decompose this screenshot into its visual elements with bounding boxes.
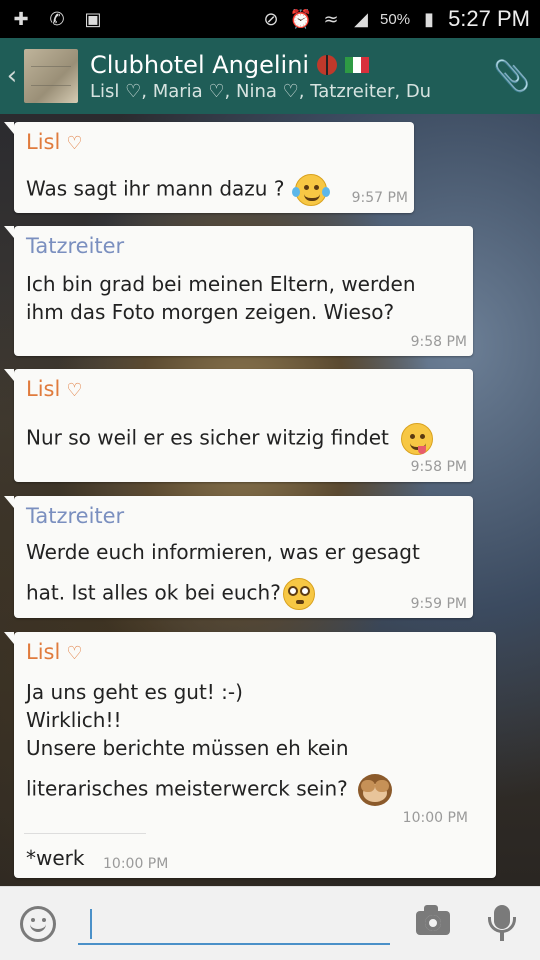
joy-tears-emoji	[291, 174, 330, 206]
message-time: 10:00 PM	[402, 810, 468, 826]
flushed-emoji	[282, 578, 315, 610]
camera-icon[interactable]	[416, 905, 450, 935]
smiley-icon[interactable]	[20, 905, 56, 942]
battery-icon: ▮	[424, 8, 435, 30]
back-chevron-icon[interactable]: ‹	[2, 61, 22, 91]
message-sender: Lisl ♡	[26, 377, 83, 401]
message-text: Nur so weil er es sicher witzig findet	[26, 423, 434, 455]
message-text: Ich bin grad bei meinen Eltern, werden	[26, 272, 416, 296]
message-input[interactable]	[78, 903, 390, 945]
heart-icon: ♡	[66, 643, 83, 664]
chat-header: ‹ Clubhotel Angelini Lisl ♡, Maria ♡, Ni…	[0, 38, 540, 114]
message-text: literarisches meisterwerck sein?	[26, 774, 393, 806]
ladybug-icon	[317, 54, 338, 75]
italy-flag-icon	[345, 56, 370, 73]
message-bubble[interactable]: Tatzreiter Werde euch informieren, was e…	[4, 496, 473, 618]
message-text: Werde euch informieren, was er gesagt	[26, 540, 420, 564]
status-bar: ✚ ✆ ▣ ⊘ ⏰ ≈ ◢ 50% ▮ 5:27 PM	[0, 0, 540, 38]
message-divider	[24, 833, 146, 834]
battery-percent: 50%	[380, 10, 411, 28]
signal-icon: ◢	[354, 8, 368, 30]
see-no-evil-monkey-emoji	[358, 774, 393, 806]
message-text: Wirklich!!	[26, 708, 122, 732]
message-text: Unsere berichte müssen eh kein	[26, 736, 349, 760]
message-time: 9:58 PM	[410, 334, 467, 350]
heart-icon: ♡	[66, 133, 83, 154]
mute-icon: ⊘	[263, 8, 279, 30]
alarm-icon: ⏰	[289, 8, 313, 30]
message-sender: Lisl ♡	[26, 130, 83, 154]
message-bubble[interactable]: Tatzreiter Ich bin grad bei meinen Elter…	[4, 226, 473, 356]
yum-emoji	[401, 423, 434, 455]
input-bar	[0, 886, 540, 960]
message-text: *werk	[26, 846, 85, 870]
wifi-icon: ≈	[323, 8, 339, 30]
message-bubble[interactable]: Lisl ♡ Was sagt ihr mann dazu ? 9:57 PM	[4, 122, 414, 213]
participants-list: Lisl ♡, Maria ♡, Nina ♡, Tatzreiter, Du	[90, 80, 432, 102]
message-time: 10:00 PM	[103, 856, 169, 872]
heart-icon: ♡	[66, 380, 83, 401]
message-bubble[interactable]: Lisl ♡ Nur so weil er es sicher witzig fi…	[4, 369, 473, 482]
group-avatar[interactable]	[24, 49, 78, 103]
message-bubble[interactable]: Lisl ♡ Ja uns geht es gut! :-) Wirklich!!…	[4, 632, 496, 878]
message-sender: Tatzreiter	[26, 234, 125, 258]
message-sender: Lisl ♡	[26, 640, 83, 664]
message-text: ihm das Foto morgen zeigen. Wieso?	[26, 300, 395, 324]
chat-title: Clubhotel Angelini	[90, 50, 310, 79]
status-time: 5:27 PM	[448, 6, 530, 31]
user-add-icon: ✚	[13, 8, 29, 30]
chat-title-area[interactable]: Clubhotel Angelini Lisl ♡, Maria ♡, Nina…	[90, 51, 484, 102]
message-time: 9:57 PM	[351, 190, 408, 206]
image-icon: ▣	[84, 8, 102, 30]
message-text: Was sagt ihr mann dazu ?	[26, 174, 330, 206]
paperclip-icon[interactable]: 📎	[484, 59, 540, 94]
message-time: 9:58 PM	[410, 459, 467, 475]
message-text: Ja uns geht es gut! :-)	[26, 680, 243, 704]
microphone-arc	[488, 917, 516, 933]
whatsapp-icon: ✆	[49, 8, 65, 30]
message-sender: Tatzreiter	[26, 504, 125, 528]
message-text: hat. Ist alles ok bei euch?	[26, 578, 315, 610]
text-cursor	[90, 909, 92, 939]
message-time: 9:59 PM	[410, 596, 467, 612]
chat-background: Lisl ♡ Was sagt ihr mann dazu ? 9:57 PM T…	[0, 114, 540, 886]
